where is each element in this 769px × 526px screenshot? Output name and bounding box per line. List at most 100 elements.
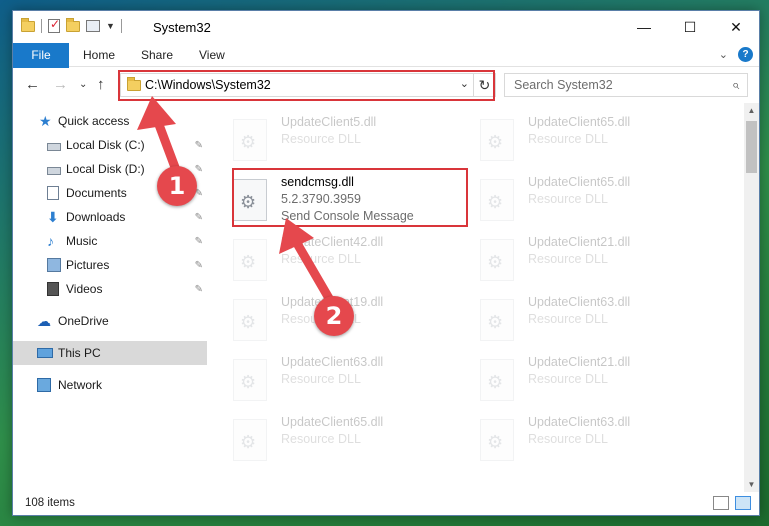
file-name: UpdateClient65.dll bbox=[528, 175, 631, 189]
file-name: UpdateClient63.dll bbox=[281, 355, 384, 369]
window-controls: — ☐ ✕ bbox=[621, 11, 759, 43]
pin-icon[interactable]: ✎ bbox=[195, 260, 203, 271]
sidebar-item-this-pc[interactable]: This PC bbox=[13, 341, 207, 365]
customize-toolbar-icon[interactable]: ▼ bbox=[106, 21, 115, 31]
item-count: 108 items bbox=[25, 497, 75, 509]
file-item[interactable]: UpdateClient63.dll Resource DLL bbox=[456, 293, 686, 349]
file-name: UpdateClient42.dll bbox=[281, 235, 384, 249]
pin-icon[interactable]: ✎ bbox=[195, 236, 203, 247]
forward-button[interactable]: → bbox=[53, 76, 68, 93]
dll-file-icon bbox=[233, 299, 267, 341]
tab-share[interactable]: Share bbox=[131, 43, 183, 67]
dll-file-icon bbox=[480, 419, 514, 461]
recent-locations-button[interactable]: ⌄ bbox=[79, 79, 87, 90]
folder-icon bbox=[21, 17, 35, 32]
disk-icon bbox=[47, 142, 61, 151]
scroll-up-icon[interactable]: ▲ bbox=[744, 103, 759, 118]
file-highlight-box bbox=[232, 168, 468, 227]
sidebar-item-label: Pictures bbox=[66, 258, 110, 272]
file-item[interactable]: UpdateClient65.dll Resource DLL bbox=[209, 413, 439, 469]
new-folder-icon[interactable] bbox=[66, 17, 80, 32]
file-type: Resource DLL bbox=[528, 372, 608, 386]
dll-file-icon bbox=[233, 239, 267, 281]
sidebar-item-pictures[interactable]: Pictures ✎ bbox=[13, 253, 207, 277]
file-item[interactable]: UpdateClient63.dll Resource DLL bbox=[209, 353, 439, 409]
dll-file-icon bbox=[480, 299, 514, 341]
dll-file-icon bbox=[233, 119, 267, 161]
help-icon[interactable]: ? bbox=[738, 47, 753, 62]
ribbon-right-controls: ⌄ ? bbox=[719, 47, 753, 62]
videos-icon bbox=[47, 282, 59, 296]
sidebar-item-label: Downloads bbox=[66, 210, 126, 224]
pin-icon[interactable]: ✎ bbox=[195, 140, 203, 151]
file-item[interactable]: UpdateClient42.dll Resource DLL bbox=[209, 233, 439, 289]
file-type: Resource DLL bbox=[528, 312, 608, 326]
tiles-view-icon[interactable] bbox=[735, 496, 751, 510]
pin-icon[interactable]: ✎ bbox=[195, 212, 203, 223]
sidebar-item-quick-access[interactable]: ★ Quick access bbox=[13, 109, 207, 133]
details-view-icon[interactable] bbox=[713, 496, 729, 510]
file-type: Resource DLL bbox=[528, 132, 608, 146]
sidebar-item-music[interactable]: ♪ Music ✎ bbox=[13, 229, 207, 253]
file-type: Resource DLL bbox=[281, 432, 361, 446]
sidebar-item-downloads[interactable]: ⬇ Downloads ✎ bbox=[13, 205, 207, 229]
sidebar-item-network[interactable]: Network bbox=[13, 373, 207, 397]
file-item[interactable]: UpdateClient21.dll Resource DLL bbox=[456, 233, 686, 289]
sidebar-item-videos[interactable]: Videos ✎ bbox=[13, 277, 207, 301]
file-list: UpdateClient5.dll Resource DLL sendcmsg.… bbox=[209, 103, 744, 492]
sidebar-item-label: This PC bbox=[58, 346, 101, 360]
up-button[interactable]: ↑ bbox=[97, 76, 105, 93]
sidebar-item-onedrive[interactable]: ☁ OneDrive bbox=[13, 309, 207, 333]
sidebar-item-label: Quick access bbox=[58, 114, 130, 128]
document-icon bbox=[47, 186, 59, 200]
dll-file-icon bbox=[233, 359, 267, 401]
search-icon[interactable]: ⌕ bbox=[732, 77, 739, 93]
scroll-down-icon[interactable]: ▼ bbox=[744, 477, 759, 492]
expand-ribbon-icon[interactable]: ⌄ bbox=[719, 48, 728, 61]
step-badge-2: 2 bbox=[314, 296, 354, 336]
file-item[interactable]: UpdateClient65.dll Resource DLL bbox=[456, 113, 686, 169]
sidebar-item-label: Music bbox=[66, 234, 98, 248]
file-item[interactable]: UpdateClient21.dll Resource DLL bbox=[456, 353, 686, 409]
dll-file-icon bbox=[480, 239, 514, 281]
file-name: UpdateClient63.dll bbox=[528, 415, 631, 429]
pin-icon[interactable]: ✎ bbox=[195, 164, 203, 175]
file-item[interactable]: UpdateClient65.dll Resource DLL bbox=[456, 173, 686, 229]
sidebar-item-label: Documents bbox=[66, 186, 127, 200]
sidebar-item-label: Videos bbox=[66, 282, 103, 296]
file-name: UpdateClient21.dll bbox=[528, 355, 631, 369]
tab-home[interactable]: Home bbox=[73, 43, 125, 67]
back-button[interactable]: ← bbox=[25, 76, 40, 93]
step-badge-1: 1 bbox=[157, 166, 197, 206]
sidebar-item-label: Local Disk (C:) bbox=[66, 138, 145, 152]
dll-file-icon bbox=[233, 419, 267, 461]
cloud-icon: ☁ bbox=[37, 313, 51, 329]
address-highlight-box bbox=[118, 70, 495, 101]
dll-file-icon bbox=[480, 179, 514, 221]
file-type: Resource DLL bbox=[528, 252, 608, 266]
download-icon: ⬇ bbox=[47, 209, 59, 225]
pin-icon[interactable]: ✎ bbox=[195, 284, 203, 295]
ribbon-tabs: File Home Share View ⌄ ? bbox=[13, 43, 759, 99]
tab-view[interactable]: View bbox=[189, 43, 235, 67]
file-item[interactable]: UpdateClient5.dll Resource DLL bbox=[209, 113, 439, 169]
file-type: Resource DLL bbox=[528, 432, 608, 446]
disk-icon bbox=[47, 166, 61, 175]
sidebar-item-local-disk-c[interactable]: Local Disk (C:) ✎ bbox=[13, 133, 207, 157]
sidebar-item-label: Local Disk (D:) bbox=[66, 162, 145, 176]
file-type: Resource DLL bbox=[281, 372, 361, 386]
properties-check-icon[interactable] bbox=[48, 17, 60, 33]
file-item[interactable]: UpdateClient63.dll Resource DLL bbox=[456, 413, 686, 469]
maximize-button[interactable]: ☐ bbox=[667, 11, 713, 43]
vertical-scrollbar[interactable]: ▲ ▼ bbox=[744, 103, 759, 492]
file-name: UpdateClient21.dll bbox=[528, 235, 631, 249]
search-input[interactable]: Search System32 ⌕ bbox=[504, 73, 748, 97]
file-name: UpdateClient63.dll bbox=[528, 295, 631, 309]
close-button[interactable]: ✕ bbox=[713, 11, 759, 43]
list-view-icon[interactable] bbox=[86, 20, 100, 32]
sidebar-item-label: Network bbox=[58, 378, 103, 392]
title-bar: ▼ System32 — ☐ ✕ bbox=[13, 11, 759, 43]
pictures-icon bbox=[47, 258, 61, 272]
minimize-button[interactable]: — bbox=[621, 11, 667, 43]
scroll-thumb[interactable] bbox=[746, 121, 757, 173]
